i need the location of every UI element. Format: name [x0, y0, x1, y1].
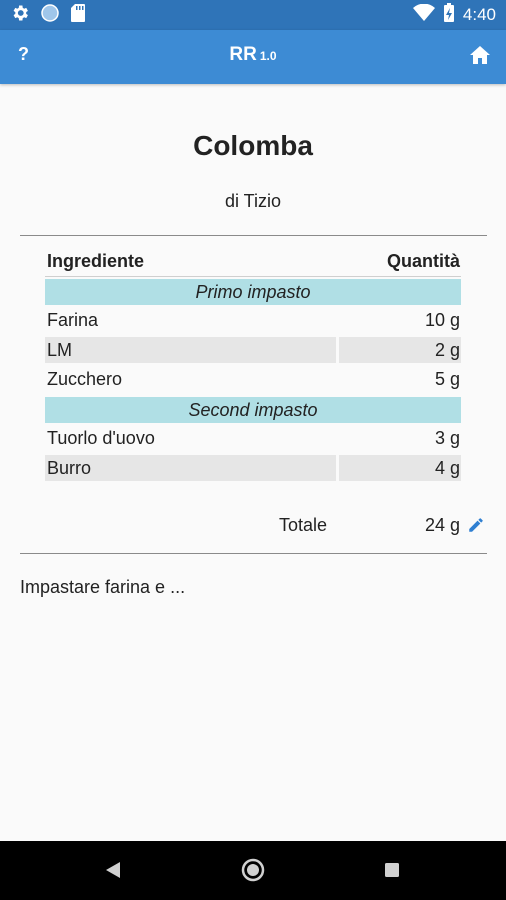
app-version: 1.0	[259, 49, 277, 63]
table-row: LM 2 g	[45, 336, 461, 366]
ingredient-name: Tuorlo d'uovo	[47, 428, 155, 449]
recents-icon[interactable]	[384, 862, 400, 883]
divider	[20, 235, 487, 236]
ingredient-name: LM	[45, 337, 336, 364]
sd-card-icon	[70, 3, 86, 28]
header-quantity: Quantità	[386, 250, 460, 271]
back-icon[interactable]	[104, 860, 122, 885]
ingredients-table: Ingrediente Quantità Primo impasto Farin…	[45, 247, 461, 483]
section-title: Second impasto	[45, 396, 461, 423]
navigation-bar	[0, 841, 506, 900]
ingredient-qty: 4 g	[339, 455, 461, 482]
status-bar: 4:40	[0, 0, 506, 30]
total-label: Totale	[279, 515, 328, 535]
recipe-author: di Tizio	[224, 191, 282, 211]
status-time: 4:40	[462, 5, 496, 24]
table-header: Ingrediente Quantità	[45, 247, 461, 277]
pencil-icon[interactable]	[467, 516, 485, 539]
total-value: 24 g	[424, 515, 460, 535]
recipe-title: Colomba	[193, 130, 313, 161]
wifi-icon	[412, 3, 435, 27]
app-title: RR 1.0	[0, 44, 506, 66]
gear-icon	[10, 3, 30, 28]
ingredient-qty: 3 g	[434, 428, 460, 449]
app-title-text: RR	[229, 44, 257, 65]
ingredient-name: Burro	[45, 455, 336, 482]
divider	[20, 553, 487, 554]
ingredient-name: Farina	[47, 310, 99, 331]
home-icon[interactable]	[470, 45, 490, 70]
table-row: Zucchero 5 g	[45, 365, 461, 395]
home-circle-icon[interactable]	[241, 858, 265, 887]
ingredient-qty: 10 g	[424, 310, 460, 331]
app-bar: ? RR 1.0	[0, 30, 506, 84]
table-row: Burro 4 g	[45, 454, 461, 484]
table-row: Farina 10 g	[45, 306, 461, 336]
ingredient-qty: 2 g	[339, 337, 461, 364]
ingredient-name: Zucchero	[47, 369, 123, 390]
ingredient-qty: 5 g	[434, 369, 460, 390]
section-title: Primo impasto	[45, 278, 461, 305]
recipe-content: Colomba di Tizio Ingrediente Quantità Pr…	[0, 84, 506, 841]
header-ingredient: Ingrediente	[47, 250, 145, 271]
table-row: Tuorlo d'uovo 3 g	[45, 424, 461, 454]
recipe-notes: Impastare farina e ...	[20, 577, 186, 597]
battery-charging-icon	[443, 2, 455, 28]
circle-icon	[40, 3, 60, 28]
